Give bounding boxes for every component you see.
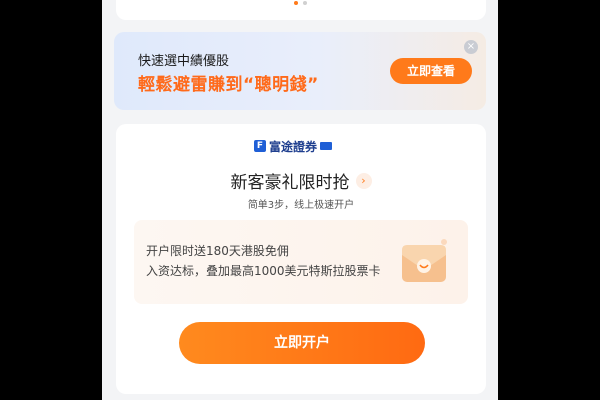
headline-row[interactable]: 新客豪礼限时抢 › <box>116 168 486 193</box>
view-now-button[interactable]: 立即查看 <box>390 58 472 84</box>
banner-subtitle: 快速選中績優股 <box>138 54 230 69</box>
banner-title: 輕鬆避雷賺到“聰明錢” <box>138 75 319 95</box>
open-account-button[interactable]: 立即开户 <box>179 322 425 364</box>
phone-screen: × 快速選中績優股 輕鬆避雷賺到“聰明錢” 立即查看 F 富途證券 新客豪礼限时… <box>102 0 498 400</box>
logo-mark-icon: F <box>254 140 266 152</box>
offer-line-2: 入资达标，叠加最高1000美元特斯拉股票卡 <box>146 264 381 278</box>
carousel-dot[interactable] <box>302 1 307 5</box>
card-subtitle: 简单3步，线上极速开户 <box>247 200 355 211</box>
futu-logo: F 富途證券 <box>254 138 333 154</box>
close-icon[interactable]: × <box>464 40 478 54</box>
offer-box: 开户限时送180天港股免佣 入资达标，叠加最高1000美元特斯拉股票卡 <box>134 220 468 304</box>
logo-text: 富途證券 <box>269 139 318 154</box>
chevron-right-icon[interactable]: › <box>355 172 372 189</box>
card-headline: 新客豪礼限时抢 <box>230 173 350 193</box>
carousel-dot-active[interactable] <box>293 1 298 5</box>
logo-badge-icon <box>320 142 333 150</box>
account-opening-card: F 富途證券 新客豪礼限时抢 › 简单3步，线上极速开户 开户限时送180天港股… <box>116 124 486 394</box>
red-envelope-icon <box>402 239 447 282</box>
promo-banner[interactable]: × 快速選中績優股 輕鬆避雷賺到“聰明錢” 立即查看 <box>114 32 486 110</box>
offer-line-1: 开户限时送180天港股免佣 <box>146 244 289 258</box>
